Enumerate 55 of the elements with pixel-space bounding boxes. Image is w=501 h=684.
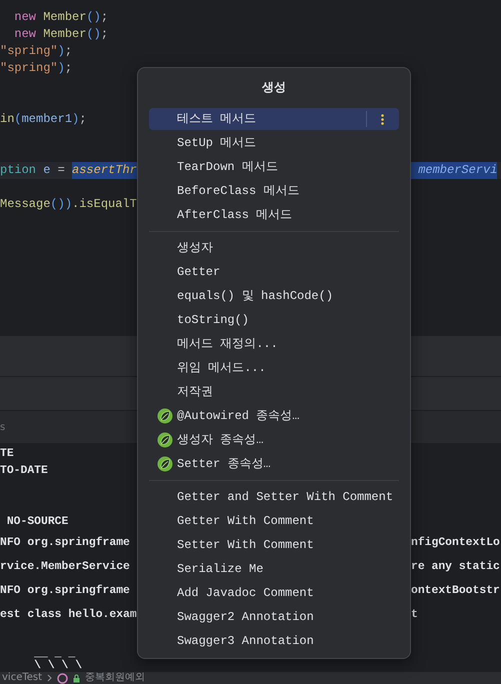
menu-item[interactable]: equals() 및 hashCode() (149, 284, 399, 308)
console-text: TE (0, 448, 14, 460)
breadcrumb-item[interactable]: viceTest (2, 672, 42, 684)
menu-item[interactable]: 위임 메서드... (149, 356, 399, 380)
menu-item[interactable]: Setter With Comment (149, 533, 399, 557)
menu-item[interactable]: BeforeClass 메서드 (149, 179, 399, 203)
code-text: "spring"); (0, 43, 72, 60)
menu-item[interactable]: SetUp 메서드 (149, 131, 399, 155)
console-text: TO-DATE (0, 465, 48, 478)
menu-item[interactable]: Getter With Comment (149, 509, 399, 533)
console-text: t (411, 609, 418, 622)
console-text: ontextBootstr (411, 585, 500, 598)
leaf-icon (157, 408, 173, 424)
code-text: new Member(); (13, 9, 108, 26)
chevron-icon (47, 674, 52, 682)
menu-item[interactable]: Add Javadoc Comment (149, 581, 399, 605)
console-text: est class hello.exam (0, 609, 137, 622)
menu-item[interactable]: Swagger2 Annotation (149, 605, 399, 629)
menu-item[interactable]: Serialize Me (149, 557, 399, 581)
code-text: Message()).isEqualT (0, 196, 137, 213)
menu-item[interactable]: AfterClass 메서드 (149, 203, 399, 227)
console-text: rvice.MemberService (0, 561, 130, 574)
popup-title: 생성 (262, 79, 286, 96)
code-text: ption e = (0, 162, 66, 179)
console-text: NO-SOURCE (6, 516, 68, 528)
menu-item[interactable]: Getter and Setter With Comment (149, 485, 399, 509)
menu-item[interactable]: Getter (149, 260, 399, 284)
console-text: NFO org.springframe (0, 585, 130, 598)
selected-text: memberServi (411, 162, 498, 179)
leaf-icon (157, 432, 173, 448)
console-text: nfigContextLo (411, 537, 500, 550)
menu-item[interactable]: TearDown 메서드 (149, 155, 399, 179)
console-text: re any static (411, 561, 500, 574)
breadcrumb-item[interactable]: 중복회원예외 (85, 672, 146, 684)
menu-item[interactable]: 메서드 재정의... (149, 332, 399, 356)
selected-text: assertThr (72, 162, 137, 179)
console-text: \ \ \ \ (34, 660, 82, 672)
lock-icon (73, 674, 80, 683)
more-options-icon[interactable] (381, 114, 384, 125)
leaf-icon (157, 456, 173, 472)
menu-item[interactable]: @Autowired 종속성… (149, 404, 399, 428)
menu-item[interactable]: 테스트 메서드 (149, 108, 399, 130)
code-text: in(member1); (0, 111, 86, 128)
panel-label: s (0, 422, 6, 433)
menu-item[interactable]: 저작권 (149, 380, 399, 404)
menu-item[interactable]: Setter 종속성… (149, 452, 399, 476)
menu-item[interactable]: Swagger3 Annotation (149, 629, 399, 653)
menu-item[interactable]: 생성자 (149, 236, 399, 260)
menu-item[interactable]: 생성자 종속성… (149, 428, 399, 452)
method-icon (57, 672, 68, 684)
menu-item[interactable]: toString() (149, 308, 399, 332)
code-text: new Member(); (13, 26, 108, 43)
code-text: "spring"); (0, 60, 72, 77)
console-text: NFO org.springframe (0, 537, 130, 550)
console-text: __ _ _ (33, 648, 76, 660)
